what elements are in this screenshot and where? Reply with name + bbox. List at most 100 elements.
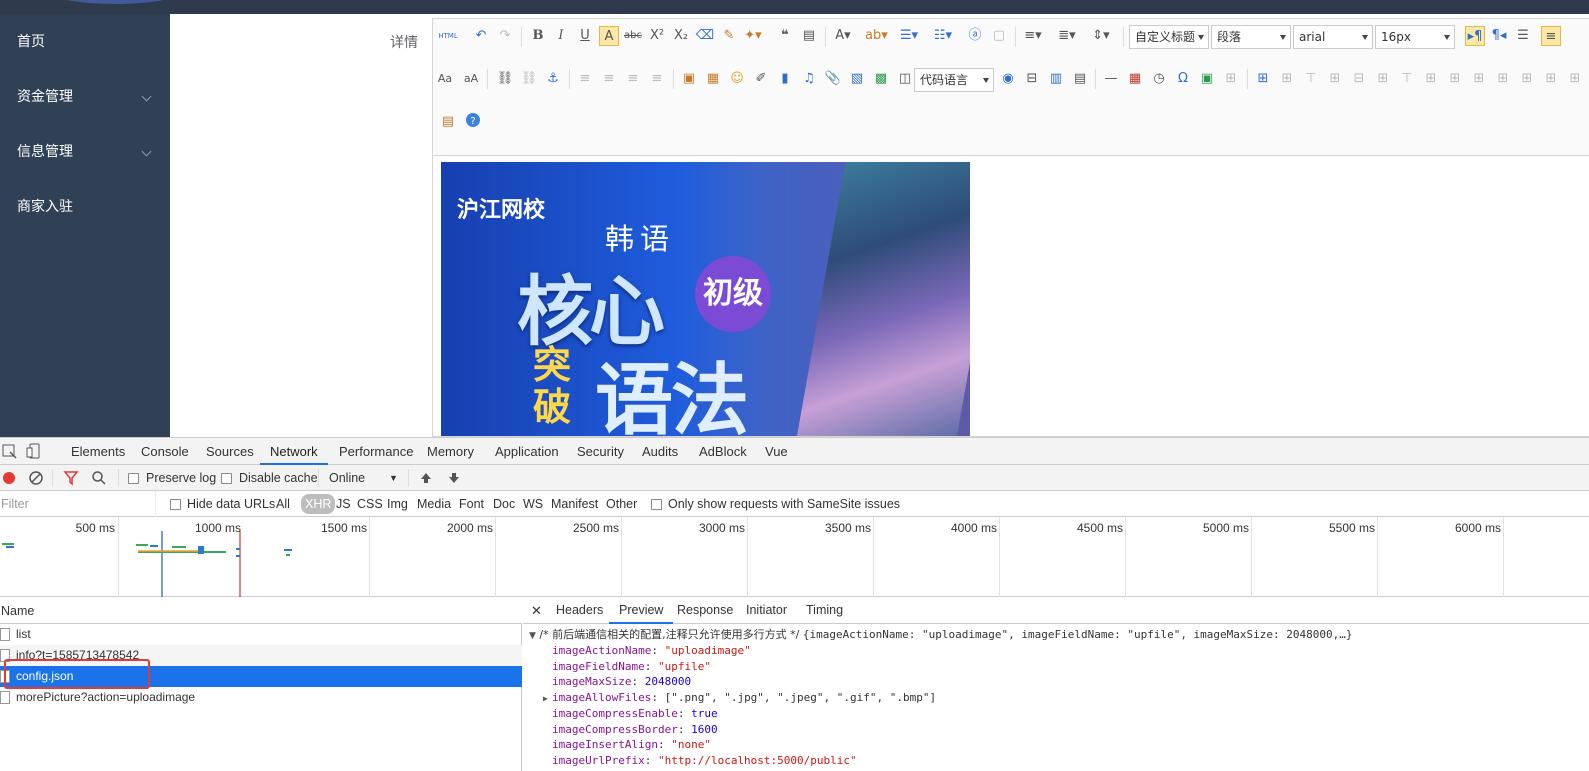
image-left-icon[interactable]: ≡ (599, 69, 619, 89)
rtl-direction-icon[interactable]: ¶◂ (1489, 26, 1509, 46)
unlink-icon[interactable]: ⛓ (519, 69, 539, 89)
request-row-selected[interactable]: config.json (0, 666, 522, 687)
delete-table-icon[interactable]: ⊞ (1277, 69, 1297, 89)
split-to-cells-icon[interactable]: ⊞ (1493, 69, 1513, 89)
tab-sources[interactable]: Sources (206, 438, 254, 465)
custom-title-select[interactable]: 自定义标题 (1129, 25, 1209, 49)
merge-right-icon[interactable]: ⊞ (1445, 69, 1465, 89)
export-har-icon[interactable] (446, 470, 462, 486)
font-family-select[interactable]: arial (1293, 25, 1373, 49)
link-icon[interactable]: ⛓ (495, 69, 515, 89)
insert-paragraph-before-table-icon[interactable]: ⊤ (1301, 69, 1321, 89)
time-icon[interactable]: ◷ (1149, 69, 1169, 89)
network-timeline[interactable]: 500 ms 1000 ms 1500 ms 2000 ms 2500 ms 3… (0, 517, 1589, 597)
date-icon[interactable]: ▦ (1125, 69, 1145, 89)
anchor-icon[interactable]: ⚓ (543, 69, 563, 89)
search-replace-icon[interactable]: ⊞ (1221, 69, 1241, 89)
tab-application[interactable]: Application (495, 438, 559, 465)
request-row[interactable]: list (0, 624, 522, 645)
html-source-icon[interactable]: HTML (438, 26, 458, 46)
touppercase-icon[interactable]: Aa (435, 69, 455, 89)
filter-type-manifest[interactable]: Manifest (551, 491, 598, 517)
split-to-cols-icon[interactable]: ⊞ (1541, 69, 1561, 89)
indent-icon[interactable]: ☰ (1513, 26, 1533, 46)
paragraph-select[interactable]: 段落 (1211, 25, 1291, 49)
tab-performance[interactable]: Performance (339, 438, 413, 465)
webapp-icon[interactable]: ◉ (998, 69, 1018, 89)
filter-icon[interactable] (63, 470, 79, 486)
search-icon[interactable] (91, 470, 107, 486)
sidebar-item-home[interactable]: 首页 (0, 22, 170, 62)
template-icon[interactable]: ▥ (1046, 69, 1066, 89)
gmap-icon[interactable]: ▩ (871, 69, 891, 89)
tab-console[interactable]: Console (141, 438, 189, 465)
delete-row-icon[interactable]: ⊟ (1349, 69, 1369, 89)
attachment-icon[interactable]: 📎 (823, 69, 843, 89)
wordimage-icon[interactable]: ▣ (1197, 69, 1217, 89)
filter-type-css[interactable]: CSS (357, 491, 383, 517)
unordered-list-icon[interactable]: ☷▾ (933, 26, 953, 46)
eraser-icon[interactable]: ⌫ (695, 26, 715, 46)
map-icon[interactable]: ▧ (847, 69, 867, 89)
record-icon[interactable] (1, 470, 17, 486)
backcolor-icon[interactable]: ab▾ (865, 26, 888, 46)
insert-image-icon[interactable]: ▦ (703, 69, 723, 89)
row-spacing-top-icon[interactable]: ≡▾ (1023, 26, 1043, 46)
image-none-icon[interactable]: ≡ (575, 69, 595, 89)
split-to-rows-icon[interactable]: ⊞ (1517, 69, 1537, 89)
close-icon[interactable]: ✕ (531, 597, 542, 624)
justify-left-icon[interactable]: ≡ (1541, 26, 1561, 46)
tab-audits[interactable]: Audits (642, 438, 678, 465)
format-brush-icon[interactable]: ✎ (719, 26, 739, 46)
json-summary-row[interactable]: ▼ /* 前后端通信相关的配置,注释只允许使用多行方式 */ {imageAct… (529, 627, 1353, 645)
tab-response[interactable]: Response (677, 597, 733, 624)
delete-col-icon[interactable]: ⊤ (1397, 69, 1417, 89)
ltr-direction-icon[interactable]: ▸¶ (1465, 26, 1485, 46)
clear-doc-icon[interactable]: ▢ (989, 26, 1009, 46)
filter-type-doc[interactable]: Doc (493, 491, 515, 517)
forecolor-icon[interactable]: A▾ (833, 26, 853, 46)
insert-row-icon[interactable]: ⊞ (1325, 69, 1345, 89)
select-all-icon[interactable]: ⓐ (965, 26, 985, 46)
ordered-list-icon[interactable]: ☰▾ (899, 26, 919, 46)
special-char-icon[interactable]: Ω (1173, 69, 1193, 89)
filter-type-all[interactable]: All (276, 491, 290, 517)
filter-type-ws[interactable]: WS (523, 491, 543, 517)
subscript-icon[interactable]: X₂ (671, 26, 691, 46)
tab-adblock[interactable]: AdBlock (699, 438, 747, 465)
tab-memory[interactable]: Memory (427, 438, 474, 465)
preserve-log-checkbox[interactable] (128, 473, 139, 484)
insert-video-icon[interactable]: ▮ (775, 69, 795, 89)
tab-elements[interactable]: Elements (71, 438, 125, 465)
tab-vue[interactable]: Vue (765, 438, 788, 465)
underline-icon[interactable]: U (575, 26, 595, 46)
filter-type-js[interactable]: JS (336, 491, 351, 517)
filter-type-media[interactable]: Media (417, 491, 451, 517)
import-har-icon[interactable] (418, 470, 434, 486)
tab-preview[interactable]: Preview (609, 597, 674, 624)
paste-plain-icon[interactable]: ▤ (799, 26, 819, 46)
filter-type-font[interactable]: Font (459, 491, 484, 517)
tab-timing[interactable]: Timing (806, 597, 843, 624)
horizontal-rule-icon[interactable]: — (1101, 69, 1121, 89)
row-spacing-bottom-icon[interactable]: ≣▾ (1057, 26, 1077, 46)
column-name-header[interactable]: Name (1, 598, 34, 624)
sidebar-item-info[interactable]: 信息管理 (0, 132, 170, 172)
font-size-select[interactable]: 16px (1375, 25, 1455, 49)
tab-headers[interactable]: Headers (556, 597, 603, 624)
filter-type-img[interactable]: Img (387, 491, 408, 517)
filter-input[interactable]: Filter (1, 491, 156, 517)
background-icon[interactable]: ▤ (1070, 69, 1090, 89)
insert-frame-icon[interactable]: ◫ (895, 69, 915, 89)
drafts-icon[interactable]: ▤ (438, 112, 458, 132)
emotion-icon[interactable]: ☺ (727, 69, 747, 89)
throttle-select[interactable]: Online (329, 465, 365, 491)
hide-data-urls-checkbox[interactable] (170, 499, 181, 510)
tab-network[interactable]: Network (260, 438, 328, 465)
tolowercase-icon[interactable]: aA (461, 69, 481, 89)
clear-icon[interactable] (28, 470, 44, 486)
blockquote-icon[interactable]: ❝ (775, 26, 795, 46)
code-language-select[interactable]: 代码语言 (914, 68, 994, 92)
music-icon[interactable]: ♫ (799, 69, 819, 89)
merge-down-icon[interactable]: ⊞ (1469, 69, 1489, 89)
